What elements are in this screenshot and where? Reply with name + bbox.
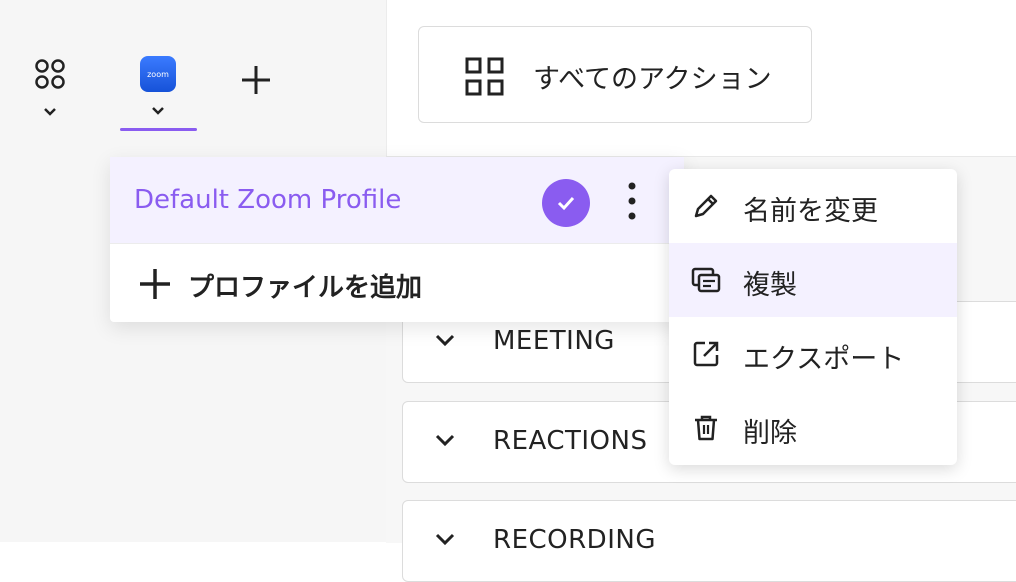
- section-title: MEETING: [493, 326, 615, 356]
- trash-icon: [695, 415, 717, 441]
- add-profile-label: プロファイルを追加: [188, 273, 423, 303]
- menu-item-delete[interactable]: 削除: [669, 391, 957, 465]
- vertical-dots-icon: [628, 182, 636, 220]
- all-apps-button[interactable]: [30, 56, 70, 126]
- section-title: RECORDING: [493, 525, 656, 555]
- export-icon: [693, 341, 719, 367]
- menu-item-label: 削除: [743, 418, 797, 449]
- menu-item-label: エクスポート: [743, 344, 905, 375]
- checkmark-icon: [542, 179, 590, 227]
- apps-grid-icon: [35, 59, 65, 116]
- all-actions-button[interactable]: すべてのアクション: [418, 26, 812, 123]
- menu-item-export[interactable]: エクスポート: [669, 317, 957, 391]
- chevron-down-icon: [152, 107, 164, 115]
- active-app-indicator: [120, 128, 197, 131]
- menu-item-label: 名前を変更: [743, 196, 878, 227]
- plus-icon: [242, 66, 270, 94]
- chevron-down-icon: [435, 533, 455, 546]
- all-actions-label: すべてのアクション: [533, 64, 772, 95]
- pencil-icon: [694, 194, 718, 218]
- chevron-down-icon: [435, 334, 455, 347]
- grid-icon: [465, 57, 504, 96]
- duplicate-icon: [691, 267, 721, 293]
- zoom-app-button[interactable]: zoom: [136, 54, 180, 124]
- profile-context-menu: 名前を変更 複製 エクスポート 削除: [669, 169, 957, 465]
- more-options-button[interactable]: [618, 177, 646, 227]
- add-profile-button[interactable]: プロファイルを追加: [110, 245, 684, 322]
- section-title: REACTIONS: [493, 426, 648, 456]
- section-recording[interactable]: RECORDING: [402, 500, 1016, 582]
- profile-item-default[interactable]: Default Zoom Profile: [110, 157, 684, 244]
- add-app-button[interactable]: [238, 62, 274, 98]
- menu-item-label: 複製: [743, 270, 797, 301]
- profile-name: Default Zoom Profile: [134, 185, 402, 215]
- plus-icon: [140, 269, 170, 299]
- profile-dropdown: Default Zoom Profile プロファイルを追加: [110, 157, 684, 322]
- chevron-down-icon: [435, 434, 455, 447]
- menu-item-rename[interactable]: 名前を変更: [669, 169, 957, 243]
- menu-item-duplicate[interactable]: 複製: [669, 243, 957, 317]
